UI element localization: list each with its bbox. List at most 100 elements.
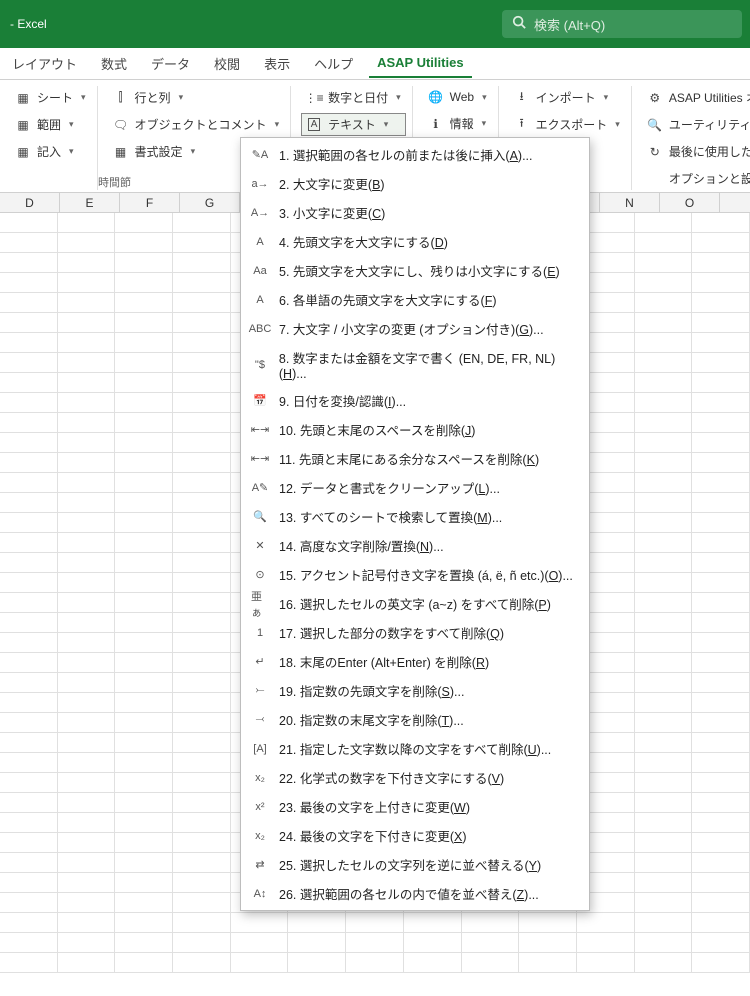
cell[interactable] xyxy=(692,773,750,792)
search-run-button[interactable]: 🔍ユーティリティを検索し実行 xyxy=(642,113,750,136)
import-button[interactable]: ⭳インポート▾ xyxy=(509,86,625,109)
cell[interactable] xyxy=(692,853,750,872)
cell[interactable] xyxy=(173,653,231,672)
cell[interactable] xyxy=(0,773,58,792)
cell[interactable] xyxy=(692,493,750,512)
cell[interactable] xyxy=(58,673,116,692)
cell[interactable] xyxy=(519,913,577,932)
cell[interactable] xyxy=(115,253,173,272)
cell[interactable] xyxy=(115,833,173,852)
cell[interactable] xyxy=(692,273,750,292)
cell[interactable] xyxy=(0,593,58,612)
cell[interactable] xyxy=(58,713,116,732)
cell[interactable] xyxy=(58,753,116,772)
cell[interactable] xyxy=(692,453,750,472)
cell[interactable] xyxy=(0,433,58,452)
cell[interactable] xyxy=(635,213,693,232)
cell[interactable] xyxy=(519,933,577,952)
cell[interactable] xyxy=(115,373,173,392)
cell[interactable] xyxy=(635,333,693,352)
cell[interactable] xyxy=(635,253,693,272)
cell[interactable] xyxy=(173,333,231,352)
cell[interactable] xyxy=(462,953,520,972)
cell[interactable] xyxy=(635,853,693,872)
cell[interactable] xyxy=(173,393,231,412)
cell[interactable] xyxy=(0,953,58,972)
tab-view[interactable]: 表示 xyxy=(256,48,298,79)
cell[interactable] xyxy=(692,353,750,372)
cell[interactable] xyxy=(0,693,58,712)
column-header[interactable]: D xyxy=(0,193,60,212)
cell[interactable] xyxy=(0,753,58,772)
cell[interactable] xyxy=(404,913,462,932)
cell[interactable] xyxy=(173,573,231,592)
cell[interactable] xyxy=(692,573,750,592)
cell[interactable] xyxy=(0,493,58,512)
cell[interactable] xyxy=(173,473,231,492)
cell[interactable] xyxy=(462,933,520,952)
menu-item-26[interactable]: A↕26. 選択範囲の各セルの内で値を並べ替え(Z)... xyxy=(241,879,589,908)
cell[interactable] xyxy=(635,733,693,752)
cell[interactable] xyxy=(173,413,231,432)
cell[interactable] xyxy=(0,513,58,532)
menu-item-20[interactable]: ⤙20. 指定数の末尾文字を削除(T)... xyxy=(241,705,589,734)
cell[interactable] xyxy=(173,273,231,292)
cell[interactable] xyxy=(635,813,693,832)
menu-item-17[interactable]: 117. 選択した部分の数字をすべて削除(Q) xyxy=(241,618,589,647)
cell[interactable] xyxy=(0,573,58,592)
cell[interactable] xyxy=(0,933,58,952)
cell[interactable] xyxy=(0,733,58,752)
menu-item-25[interactable]: ⇄25. 選択したセルの文字列を逆に並べ替える(Y) xyxy=(241,850,589,879)
cell[interactable] xyxy=(115,533,173,552)
menu-item-9[interactable]: 📅9. 日付を変換/認識(I)... xyxy=(241,386,589,415)
menu-item-23[interactable]: x²23. 最後の文字を上付きに変更(W) xyxy=(241,792,589,821)
cell[interactable] xyxy=(58,513,116,532)
cell[interactable] xyxy=(0,793,58,812)
cell[interactable] xyxy=(519,953,577,972)
cell[interactable] xyxy=(635,553,693,572)
web-button[interactable]: 🌐Web▾ xyxy=(423,86,492,108)
cell[interactable] xyxy=(692,733,750,752)
cell[interactable] xyxy=(58,293,116,312)
cell[interactable] xyxy=(692,833,750,852)
cell[interactable] xyxy=(115,733,173,752)
cell[interactable] xyxy=(115,913,173,932)
cell[interactable] xyxy=(58,793,116,812)
cell[interactable] xyxy=(58,693,116,712)
cell[interactable] xyxy=(173,813,231,832)
cell[interactable] xyxy=(173,893,231,912)
cell[interactable] xyxy=(58,653,116,672)
cell[interactable] xyxy=(0,393,58,412)
cell[interactable] xyxy=(635,573,693,592)
cell[interactable] xyxy=(0,613,58,632)
cell[interactable] xyxy=(635,293,693,312)
cell[interactable] xyxy=(231,933,289,952)
cell[interactable] xyxy=(115,653,173,672)
cell[interactable] xyxy=(173,613,231,632)
cell[interactable] xyxy=(0,893,58,912)
sheet-button[interactable]: ▦シート▾ xyxy=(10,86,91,109)
cell[interactable] xyxy=(115,873,173,892)
cell[interactable] xyxy=(58,893,116,912)
cell[interactable] xyxy=(115,793,173,812)
cell[interactable] xyxy=(635,713,693,732)
cell[interactable] xyxy=(173,633,231,652)
tab-formulas[interactable]: 数式 xyxy=(93,48,135,79)
cell[interactable] xyxy=(173,713,231,732)
cell[interactable] xyxy=(115,513,173,532)
cell[interactable] xyxy=(404,953,462,972)
options-settings-button[interactable]: オプションと設定 xyxy=(642,167,750,190)
cell[interactable] xyxy=(58,813,116,832)
cell[interactable] xyxy=(115,933,173,952)
menu-item-12[interactable]: A✎12. データと書式をクリーンアップ(L)... xyxy=(241,473,589,502)
cell[interactable] xyxy=(173,953,231,972)
menu-item-24[interactable]: x₂24. 最後の文字を下付きに変更(X) xyxy=(241,821,589,850)
cell[interactable] xyxy=(115,273,173,292)
menu-item-14[interactable]: ✕14. 高度な文字削除/置換(N)... xyxy=(241,531,589,560)
cell[interactable] xyxy=(173,853,231,872)
cell[interactable] xyxy=(173,513,231,532)
cell[interactable] xyxy=(58,273,116,292)
cell[interactable] xyxy=(404,933,462,952)
cell[interactable] xyxy=(115,413,173,432)
cell[interactable] xyxy=(0,553,58,572)
